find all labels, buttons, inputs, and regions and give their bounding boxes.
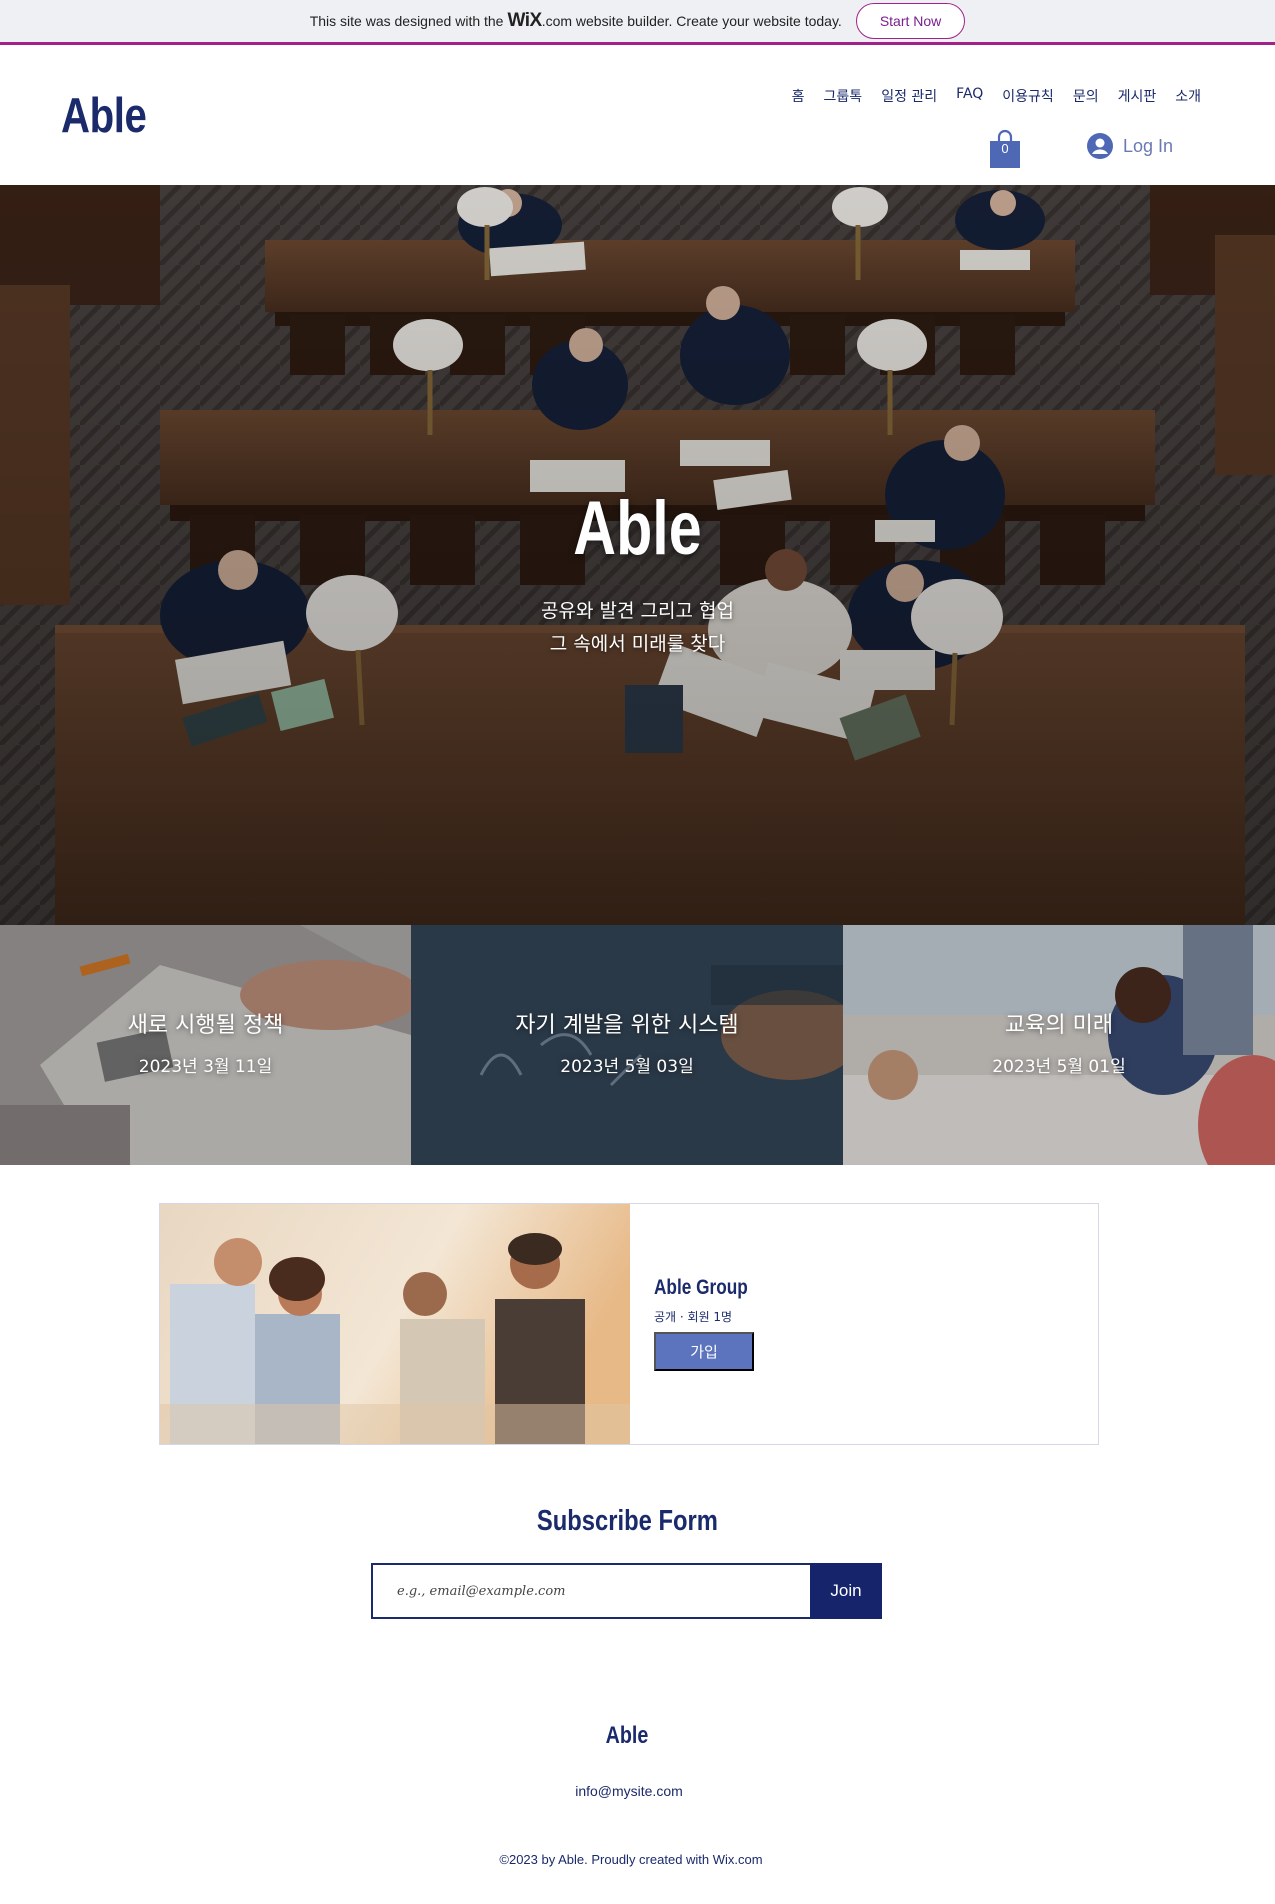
post-card-1[interactable]: 새로 시행될 정책 2023년 3월 11일 [0, 925, 411, 1165]
footer-logo-text: Able [606, 1722, 649, 1749]
subscribe-form: Join [371, 1563, 882, 1619]
group-name[interactable]: Able Group [654, 1276, 748, 1300]
post-2-title: 자기 계발을 위한 시스템 [515, 1013, 739, 1038]
wix-banner-text-after: .com website builder. Create your websit… [541, 13, 842, 29]
hero-subtitle-line-2: 그 속에서 미래를 찾다 [549, 633, 726, 655]
group-join-button[interactable]: 가입 [654, 1332, 754, 1371]
nav-item-board[interactable]: 게시판 [1118, 86, 1157, 106]
hero-subtitle-line-1: 공유와 발견 그리고 협업 [541, 600, 734, 622]
footer-logo: Able [0, 1722, 1255, 1750]
cart-button[interactable]: 0 [989, 129, 1021, 168]
subscribe-join-button[interactable]: Join [810, 1563, 882, 1619]
post-1-image [0, 925, 411, 1165]
post-card-2[interactable]: 자기 계발을 위한 시스템 2023년 5월 03일 [411, 925, 843, 1165]
post-3-date: 2023년 5월 01일 [992, 1057, 1126, 1077]
wix-promo-banner: This site was designed with the WiX.com … [0, 0, 1275, 45]
nav-item-about[interactable]: 소개 [1175, 86, 1201, 106]
post-3-title: 교육의 미래 [1004, 1013, 1114, 1038]
cart-count: 0 [1001, 141, 1009, 156]
site-logo[interactable]: Able [61, 88, 147, 144]
nav-item-rules[interactable]: 이용규칙 [1002, 86, 1054, 106]
nav-item-schedule[interactable]: 일정 관리 [881, 86, 937, 106]
blog-posts-strip: 새로 시행될 정책 2023년 3월 11일 자기 계발을 위한 시스템 202… [0, 925, 1275, 1165]
post-2-image [411, 925, 843, 1165]
hero-title: Able [573, 486, 702, 571]
post-1-title: 새로 시행될 정책 [127, 1013, 284, 1038]
nav-item-home[interactable]: 홈 [792, 86, 805, 106]
post-3-image [843, 925, 1275, 1165]
group-meta: 공개 · 회원 1명 [654, 1310, 733, 1324]
login-button[interactable]: Log In [1087, 133, 1173, 159]
start-now-button[interactable]: Start Now [855, 3, 966, 39]
footer-copyright: ©2023 by Able. Proudly created with Wix.… [499, 1852, 763, 1867]
hero-subtitle: 공유와 발견 그리고 협업 그 속에서 미래를 찾다 [0, 595, 1275, 661]
subscribe-title-text: Subscribe Form [536, 1505, 719, 1537]
post-1-date: 2023년 3월 11일 [138, 1057, 273, 1077]
footer-email[interactable]: info@mysite.com [0, 1783, 1258, 1799]
group-photo [160, 1204, 630, 1444]
main-nav: 홈 그룹톡 일정 관리 FAQ 이용규칙 문의 게시판 소개 [792, 86, 1201, 106]
user-avatar-icon [1087, 133, 1113, 159]
login-label: Log In [1123, 135, 1174, 156]
email-field[interactable] [371, 1563, 810, 1619]
nav-item-group-talk[interactable]: 그룹톡 [824, 86, 863, 106]
post-2-date: 2023년 5월 03일 [560, 1057, 694, 1077]
wix-banner-text-before: This site was designed with the [309, 13, 504, 29]
nav-item-faq[interactable]: FAQ [956, 86, 983, 106]
subscribe-title: Subscribe Form [0, 1505, 1255, 1538]
post-card-3[interactable]: 교육의 미래 2023년 5월 01일 [843, 925, 1275, 1165]
wix-brand-logo: WiX [507, 10, 542, 31]
hero-section: Able 공유와 발견 그리고 협업 그 속에서 미래를 찾다 [0, 185, 1275, 925]
site-header: Able 홈 그룹톡 일정 관리 FAQ 이용규칙 문의 게시판 소개 0 Lo… [0, 48, 1275, 185]
group-card: Able Group 공개 · 회원 1명 가입 [159, 1203, 1099, 1445]
nav-item-contact[interactable]: 문의 [1073, 86, 1099, 106]
